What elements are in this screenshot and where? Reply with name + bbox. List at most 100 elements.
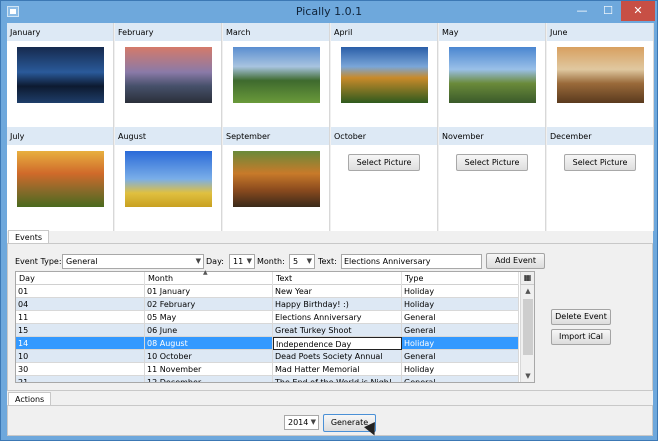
month-picture-thumbnail[interactable]: [17, 47, 104, 103]
import-ical-button[interactable]: Import iCal: [551, 329, 611, 345]
select-picture-button[interactable]: Select Picture: [348, 154, 420, 171]
delete-event-button[interactable]: Delete Event: [551, 309, 611, 325]
column-header-text[interactable]: Text: [273, 272, 402, 285]
chevron-down-icon: ▼: [310, 418, 316, 426]
event-type-label: Event Type:: [15, 257, 62, 266]
column-chooser-icon[interactable]: ▦: [520, 272, 534, 285]
month-cell-december[interactable]: December Select Picture: [547, 127, 654, 231]
event-type-select[interactable]: General ▼: [62, 254, 204, 269]
cell-day: 04: [16, 298, 145, 311]
close-button[interactable]: ✕: [621, 1, 655, 21]
month-label: July: [7, 127, 113, 145]
month-cell-june[interactable]: June: [547, 23, 654, 127]
day-select[interactable]: 11 ▼: [229, 254, 255, 269]
month-picture-thumbnail[interactable]: [233, 47, 320, 103]
month-cell-october[interactable]: October Select Picture: [331, 127, 438, 231]
month-picture-thumbnail[interactable]: [125, 47, 212, 103]
table-row[interactable]: 04 02 February Happy Birthday! :) Holiday: [16, 298, 519, 311]
table-row[interactable]: 10 10 October Dead Poets Society Annual Gen…: [16, 350, 519, 363]
client-area: January February March April May June July Augu…: [7, 23, 654, 438]
cell-month: 06 June: [145, 324, 273, 337]
chevron-down-icon: ▼: [195, 257, 201, 265]
actions-panel: 2014 ▼ Generate: [7, 405, 653, 436]
table-header: Day Month Text Type: [16, 272, 519, 285]
month-cell-january[interactable]: January: [7, 23, 114, 127]
minimize-button[interactable]: —: [569, 1, 595, 21]
table-row[interactable]: 01 01 January New Year Holiday: [16, 285, 519, 298]
month-picture-thumbnail[interactable]: [17, 151, 104, 207]
month-label: October: [331, 127, 437, 145]
month-cell-november[interactable]: November Select Picture: [439, 127, 546, 231]
cell-month: 02 February: [145, 298, 273, 311]
select-picture-button[interactable]: Select Picture: [564, 154, 636, 171]
month-label: December: [547, 127, 653, 145]
maximize-button[interactable]: ☐: [595, 1, 621, 21]
month-cell-april[interactable]: April: [331, 23, 438, 127]
month-label: June: [547, 23, 653, 41]
month-cell-july[interactable]: July: [7, 127, 114, 231]
day-label: Day:: [206, 257, 224, 266]
month-select[interactable]: 5 ▼: [289, 254, 315, 269]
select-picture-button[interactable]: Select Picture: [456, 154, 528, 171]
month-picture-thumbnail[interactable]: [125, 151, 212, 207]
cell-month: 12 December: [145, 376, 273, 382]
month-cell-february[interactable]: February: [115, 23, 222, 127]
table-row[interactable]: 14 08 August Independence Day Holiday: [16, 337, 519, 350]
cell-month: 05 May: [145, 311, 273, 324]
cell-day: 10: [16, 350, 145, 363]
add-event-button[interactable]: Add Event: [486, 253, 545, 269]
month-cell-august[interactable]: August: [115, 127, 222, 231]
cell-type: General: [402, 311, 519, 324]
cell-month: 08 August: [145, 337, 273, 350]
tab-actions[interactable]: Actions: [8, 392, 52, 406]
year-select[interactable]: 2014 ▼: [284, 415, 319, 430]
day-value: 11: [233, 257, 244, 266]
cell-month: 10 October: [145, 350, 273, 363]
scroll-up-icon[interactable]: ▲: [521, 285, 534, 297]
month-label: August: [115, 127, 221, 145]
cell-day: 01: [16, 285, 145, 298]
cell-text: Dead Poets Society Annual: [273, 350, 402, 363]
cell-month: 11 November: [145, 363, 273, 376]
month-picture-thumbnail[interactable]: [449, 47, 536, 103]
cell-day: 21: [16, 376, 145, 382]
month-label: November: [439, 127, 545, 145]
event-type-value: General: [66, 257, 98, 266]
cell-type: Holiday: [402, 298, 519, 311]
cell-text: Elections Anniversary: [273, 311, 402, 324]
events-table[interactable]: Day Month Text Type 01 01 January New Year…: [15, 271, 535, 383]
cell-type: Holiday: [402, 337, 519, 350]
scroll-down-icon[interactable]: ▼: [521, 370, 534, 382]
scroll-thumb[interactable]: [523, 299, 533, 355]
tab-events[interactable]: Events: [8, 230, 50, 244]
table-row[interactable]: 15 06 June Great Turkey Shoot General: [16, 324, 519, 337]
sort-indicator-icon: ▲: [203, 269, 208, 276]
month-label: February: [115, 23, 221, 41]
title-bar[interactable]: Pically 1.0.1 — ☐ ✕: [1, 1, 657, 23]
column-header-day[interactable]: Day: [16, 272, 145, 285]
cell-text: Happy Birthday! :): [273, 298, 402, 311]
cell-day: 11: [16, 311, 145, 324]
month-label: Month:: [257, 257, 285, 266]
month-picture-thumbnail[interactable]: [341, 47, 428, 103]
table-row[interactable]: 11 05 May Elections Anniversary General: [16, 311, 519, 324]
table-scrollbar[interactable]: ▲ ▼: [520, 285, 534, 382]
month-cell-may[interactable]: May: [439, 23, 546, 127]
month-cell-september[interactable]: September: [223, 127, 330, 231]
column-header-type[interactable]: Type: [402, 272, 519, 285]
table-row[interactable]: 30 11 November Mad Hatter Memorial Holiday: [16, 363, 519, 376]
event-text-input[interactable]: Elections Anniversary: [341, 254, 482, 269]
cell-day: 15: [16, 324, 145, 337]
cell-text: New Year: [273, 285, 402, 298]
month-cell-march[interactable]: March: [223, 23, 330, 127]
month-picture-thumbnail[interactable]: [557, 47, 644, 103]
month-value: 5: [293, 257, 299, 266]
cell-text[interactable]: Independence Day: [273, 337, 402, 350]
window-title: Pically 1.0.1: [295, 5, 363, 18]
cell-month: 01 January: [145, 285, 273, 298]
chevron-down-icon: ▼: [306, 257, 312, 265]
table-row[interactable]: 21 12 December The End of the World is Nig…: [16, 376, 519, 382]
column-header-month[interactable]: Month: [145, 272, 273, 285]
month-picture-thumbnail[interactable]: [233, 151, 320, 207]
year-value: 2014: [288, 418, 309, 427]
